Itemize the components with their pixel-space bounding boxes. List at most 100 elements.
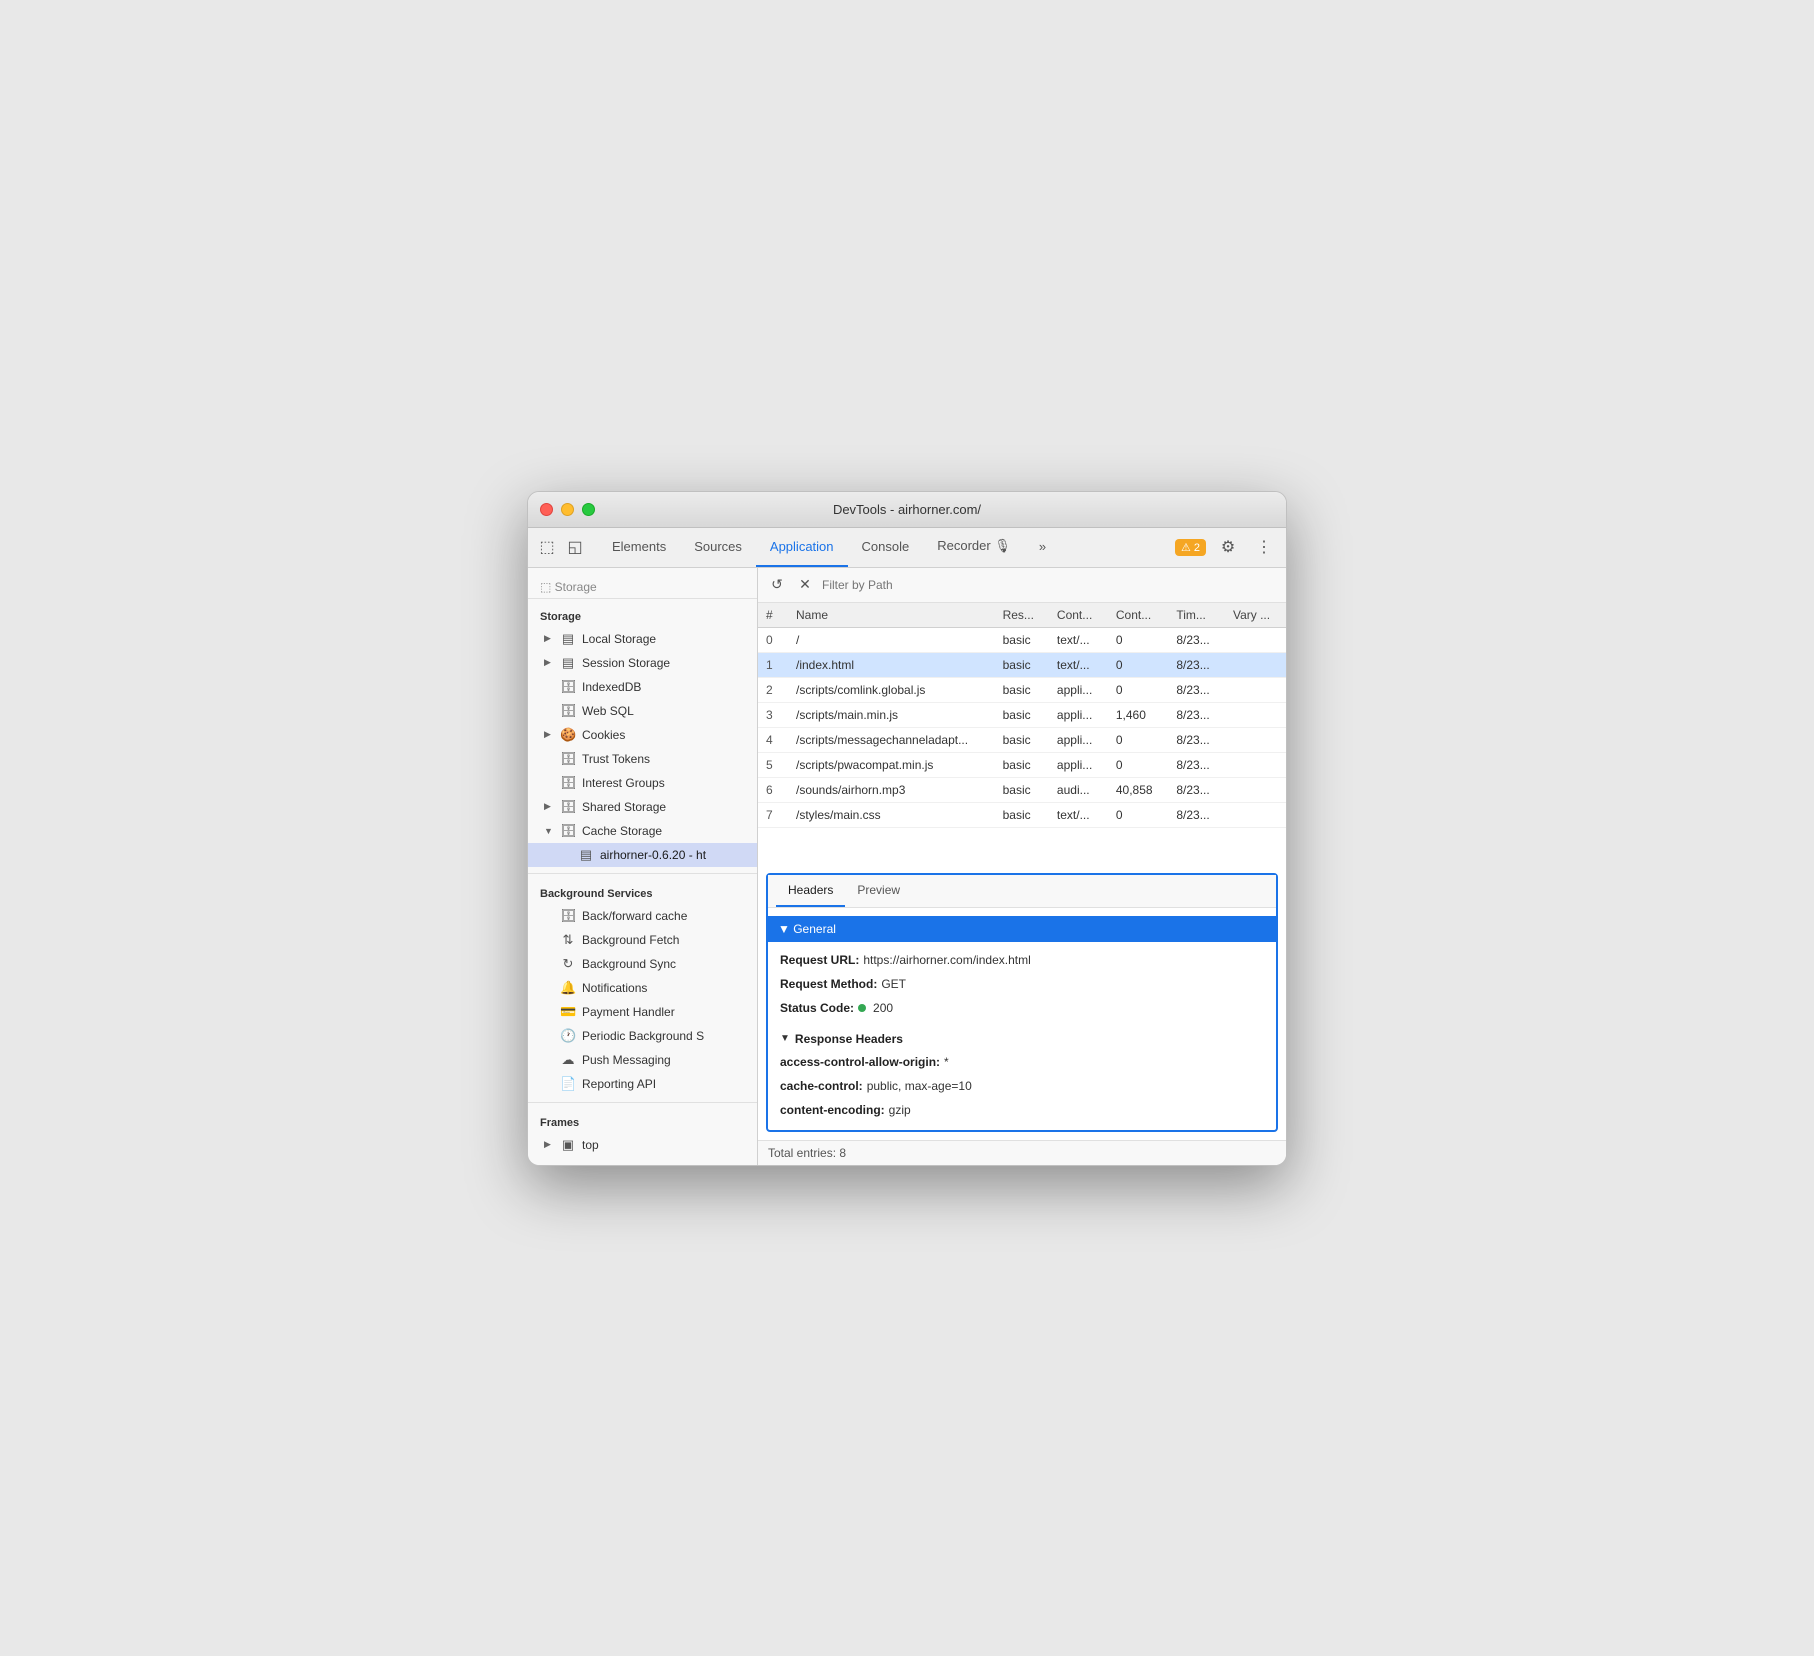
response-headers-label[interactable]: ▼ Response Headers [780,1026,1264,1050]
sidebar-item-reporting-api[interactable]: 📄 Reporting API [528,1072,757,1096]
tab-bar: ⬚ ◱ Elements Sources Application Console… [528,528,1286,568]
sidebar-item-push-messaging[interactable]: ☁ Push Messaging [528,1048,757,1072]
cursor-icon[interactable]: ⬚ [536,536,558,558]
detail-tab-headers[interactable]: Headers [776,875,845,907]
content-area: ↺ ✕ # Name Res... Cont... Cont... Tim... [758,568,1286,1165]
status-code-key: Status Code: [780,1001,854,1015]
session-storage-icon: ▤ [560,655,576,671]
tab-elements[interactable]: Elements [598,527,680,567]
sidebar-item-back-forward-cache[interactable]: 🗄 Back/forward cache [528,904,757,928]
table-row[interactable]: 1/index.htmlbasictext/...08/23... [758,652,1286,677]
storage-section-label: Storage [528,603,757,627]
footer: Total entries: 8 [758,1140,1286,1165]
response-headers-text: Response Headers [795,1032,903,1046]
table-row[interactable]: 5/scripts/pwacompat.min.jsbasicappli...0… [758,752,1286,777]
table-row[interactable]: 3/scripts/main.min.jsbasicappli...1,4608… [758,702,1286,727]
tab-application[interactable]: Application [756,527,848,567]
push-messaging-icon: ☁ [560,1052,576,1068]
sidebar-item-background-fetch[interactable]: ⇅ Background Fetch [528,928,757,952]
tab-sources[interactable]: Sources [680,527,756,567]
sidebar-item-interest-groups[interactable]: 🗄 Interest Groups [528,771,757,795]
table-row[interactable]: 0/basictext/...08/23... [758,627,1286,652]
table-row[interactable]: 6/sounds/airhorn.mp3basicaudi...40,8588/… [758,777,1286,802]
warning-badge[interactable]: ⚠ 2 [1175,539,1206,556]
expand-arrow: ▼ [544,826,554,836]
back-forward-cache-label: Back/forward cache [582,909,749,923]
sidebar-item-payment-handler[interactable]: 💳 Payment Handler [528,1000,757,1024]
refresh-button[interactable]: ↺ [766,574,788,596]
table-row[interactable]: 7/styles/main.cssbasictext/...08/23... [758,802,1286,827]
divider-2 [528,1102,757,1103]
col-number: # [758,603,788,628]
col-vary: Vary ... [1225,603,1286,628]
top-frame-icon: ▣ [560,1137,576,1153]
web-sql-icon: 🗄 [560,703,576,719]
cache-storage-label: Cache Storage [582,824,749,838]
settings-icon[interactable]: ⚙ [1214,533,1242,561]
indexeddb-icon: 🗄 [560,679,576,695]
top-frame-label: top [582,1138,749,1152]
filter-input[interactable] [822,578,1278,592]
push-messaging-label: Push Messaging [582,1053,749,1067]
col-content-length: Cont... [1108,603,1168,628]
tab-more[interactable]: » [1025,527,1060,567]
request-url-row: Request URL: https://airhorner.com/index… [780,948,1264,972]
expand-arrow: ▶ [544,1139,554,1150]
session-storage-label: Session Storage [582,656,749,670]
status-code-row: Status Code: 200 [780,996,1264,1020]
more-icon[interactable]: ⋮ [1250,533,1278,561]
inspect-icon[interactable]: ◱ [564,536,586,558]
table-row[interactable]: 4/scripts/messagechanneladapt...basicapp… [758,727,1286,752]
sidebar-item-top-frame[interactable]: ▶ ▣ top [528,1133,757,1157]
sidebar-item-background-sync[interactable]: ↻ Background Sync [528,952,757,976]
sidebar-item-web-sql[interactable]: 🗄 Web SQL [528,699,757,723]
table-row[interactable]: 2/scripts/comlink.global.jsbasicappli...… [758,677,1286,702]
divider [528,873,757,874]
maximize-button[interactable] [582,503,595,516]
col-name: Name [788,603,995,628]
response-headers-rows: access-control-allow-origin: *cache-cont… [780,1050,1264,1122]
shared-storage-label: Shared Storage [582,800,749,814]
expand-arrow: ▶ [544,633,554,644]
window-title: DevTools - airhorner.com/ [833,502,981,517]
clear-button[interactable]: ✕ [794,574,816,596]
col-time: Tim... [1168,603,1225,628]
sidebar-item-cache-storage[interactable]: ▼ 🗄 Cache Storage [528,819,757,843]
notifications-icon: 🔔 [560,980,576,996]
sidebar-item-session-storage[interactable]: ▶ ▤ Session Storage [528,651,757,675]
status-code-val: 200 [873,1001,893,1015]
sidebar-item-local-storage[interactable]: ▶ ▤ Local Storage [528,627,757,651]
interest-groups-icon: 🗄 [560,775,576,791]
traffic-lights [540,503,595,516]
filter-bar: ↺ ✕ [758,568,1286,603]
indexeddb-label: IndexedDB [582,680,749,694]
detail-tab-preview[interactable]: Preview [845,875,912,907]
tab-recorder[interactable]: Recorder 🎙 [923,527,1025,567]
devtools-window: DevTools - airhorner.com/ ⬚ ◱ Elements S… [527,491,1287,1166]
sidebar-item-airhorner-cache[interactable]: ▤ airhorner-0.6.20 - ht [528,843,757,867]
general-section-label: ▼ General [778,922,836,936]
expand-arrow: ▶ [544,657,554,668]
close-button[interactable] [540,503,553,516]
trust-tokens-icon: 🗄 [560,751,576,767]
toolbar-left: ⬚ ◱ [536,536,586,558]
minimize-button[interactable] [561,503,574,516]
sidebar-item-indexeddb[interactable]: 🗄 IndexedDB [528,675,757,699]
general-section-header[interactable]: ▼ General [768,916,1276,942]
sidebar-item-periodic-background[interactable]: 🕐 Periodic Background S [528,1024,757,1048]
shared-storage-icon: 🗄 [560,799,576,815]
sidebar-item-notifications[interactable]: 🔔 Notifications [528,976,757,1000]
response-header-row: content-encoding: gzip [780,1098,1264,1122]
sidebar-item-shared-storage[interactable]: ▶ 🗄 Shared Storage [528,795,757,819]
col-content-type: Cont... [1049,603,1108,628]
airhorner-cache-icon: ▤ [578,847,594,863]
trust-tokens-label: Trust Tokens [582,752,749,766]
background-fetch-icon: ⇅ [560,932,576,948]
cookies-icon: 🍪 [560,727,576,743]
sidebar-item-trust-tokens[interactable]: 🗄 Trust Tokens [528,747,757,771]
sidebar-item-cookies[interactable]: ▶ 🍪 Cookies [528,723,757,747]
expand-arrow: ▶ [544,729,554,740]
tab-console[interactable]: Console [848,527,924,567]
reporting-api-label: Reporting API [582,1077,749,1091]
request-url-key: Request URL: [780,953,859,967]
